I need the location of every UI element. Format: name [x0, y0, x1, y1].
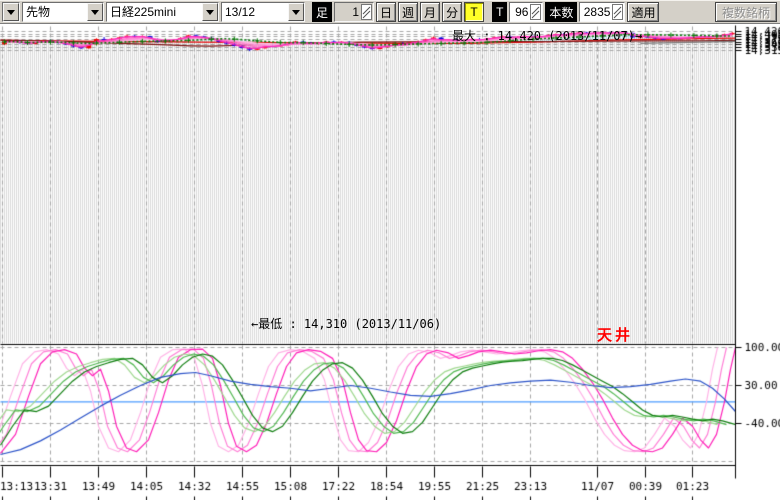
bar-count-value: 2835 [580, 3, 612, 21]
bar-interval-field[interactable]: 1 [334, 2, 374, 22]
dropdown-arrow-icon[interactable] [3, 3, 19, 21]
timeframe-week-button[interactable]: 週 [398, 2, 418, 22]
toolbar: 先物 日経225mini 13/12 足 1 日 週 月 分 T T 96 本数… [0, 0, 780, 24]
tick-count-field[interactable]: 96 [509, 2, 543, 22]
spin-handle-icon[interactable] [361, 4, 372, 20]
chart-app-window: 先物 日経225mini 13/12 足 1 日 週 月 分 T T 96 本数… [0, 0, 780, 500]
bar-count-label: 本数 [545, 2, 577, 22]
market-select-value: 先物 [23, 3, 87, 21]
price-chart-canvas[interactable] [0, 24, 780, 500]
timeframe-month-button[interactable]: 月 [420, 2, 440, 22]
tick-count-label: T [492, 2, 507, 22]
dropdown-arrow-icon[interactable] [288, 3, 304, 21]
contract-month-select[interactable]: 13/12 [221, 2, 305, 22]
chart-area: 最大 : 14,420 (2013/11/07)→ ←最低 : 14,310 (… [0, 24, 780, 500]
spin-handle-icon[interactable] [530, 4, 541, 20]
bar-type-label: 足 [312, 2, 332, 22]
dropdown-arrow-icon[interactable] [87, 3, 103, 21]
contract-month-value: 13/12 [222, 3, 288, 21]
spin-handle-icon[interactable] [612, 4, 623, 20]
symbol-select-value: 日経225mini [107, 3, 202, 21]
ceiling-annotation: 天井 [597, 324, 633, 345]
multi-symbol-button: 複数銘柄 [715, 2, 777, 22]
timeframe-minute-button[interactable]: 分 [442, 2, 462, 22]
tick-count-value: 96 [510, 3, 530, 21]
symbol-select[interactable]: 日経225mini [106, 2, 219, 22]
timeframe-tick-button[interactable]: T [464, 2, 484, 22]
bar-interval-value: 1 [335, 3, 361, 21]
bar-count-field[interactable]: 2835 [579, 2, 625, 22]
apply-button[interactable]: 適用 [627, 2, 659, 22]
min-price-annotation: ←最低 : 14,310 (2013/11/06) [251, 315, 441, 332]
max-price-annotation: 最大 : 14,420 (2013/11/07)→ [452, 27, 642, 44]
timeframe-day-button[interactable]: 日 [376, 2, 396, 22]
market-select[interactable]: 先物 [22, 2, 104, 22]
dropdown-arrow-icon[interactable] [202, 3, 218, 21]
collapsed-select[interactable] [2, 2, 20, 22]
